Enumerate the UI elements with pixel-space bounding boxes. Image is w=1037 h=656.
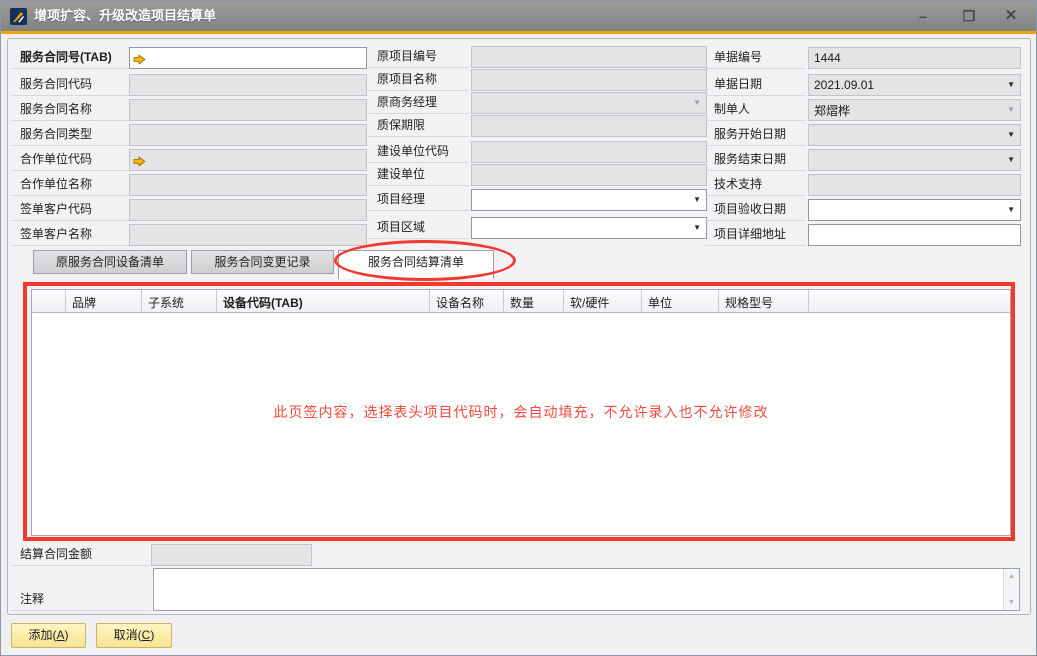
label-construction-unit: 建设单位 (368, 164, 469, 186)
label-doc-date: 单据日期 (705, 74, 806, 96)
app-logo-icon (10, 8, 27, 25)
doc-date-select[interactable]: ▼ (808, 74, 1021, 96)
link-arrow-icon[interactable] (133, 52, 146, 70)
original-project-name-field (471, 69, 707, 91)
label-service-start-date: 服务开始日期 (705, 124, 806, 146)
project-manager-select[interactable]: ▼ (471, 189, 707, 211)
label-service-contract-name: 服务合同名称 (11, 99, 129, 121)
doc-no-field (808, 47, 1021, 69)
signing-customer-name-field (129, 224, 367, 246)
service-contract-no-field[interactable] (129, 47, 367, 69)
signing-customer-code-field (129, 199, 367, 221)
creator-select: ▼ (808, 99, 1021, 121)
col-subsystem[interactable]: 子系统 (142, 290, 217, 312)
label-tech-support: 技术支持 (705, 174, 806, 196)
col-unit[interactable]: 单位 (642, 290, 719, 312)
label-warranty-period: 质保期限 (368, 115, 469, 137)
link-arrow-icon[interactable] (133, 154, 146, 172)
label-partner-name: 合作单位名称 (11, 174, 129, 196)
label-project-manager: 项目经理 (368, 189, 469, 211)
tab-note-text: 此页签内容，选择表头项目代码时，会自动填充，不允许录入也不允许修改 (32, 402, 1010, 422)
add-button-label: 添加( (28, 628, 56, 642)
close-button[interactable]: ✕ (994, 1, 1028, 31)
label-project-acceptance-date: 项目验收日期 (705, 199, 806, 221)
title-bar: 增项扩容、升级改造项目结算单 – ❐ ✕ (1, 1, 1036, 31)
label-signing-customer-code: 签单客户代码 (11, 199, 129, 221)
col-equipment-code[interactable]: 设备代码(TAB) (217, 290, 430, 312)
project-address-field[interactable] (808, 224, 1021, 246)
settlement-amount-field (151, 544, 312, 566)
app-window: 增项扩容、升级改造项目结算单 – ❐ ✕ 服务合同号(TAB) 服务合同代码 服… (0, 0, 1037, 656)
accent-line (1, 31, 1036, 34)
tab-contract-settlement-list[interactable]: 服务合同结算清单 (338, 250, 494, 279)
service-start-date-select[interactable]: ▼ (808, 124, 1021, 146)
service-contract-name-field (129, 99, 367, 121)
col-row-selector (32, 290, 66, 312)
table-header-row: 品牌 子系统 设备代码(TAB) 设备名称 数量 软/硬件 单位 规格型号 (32, 290, 1010, 313)
service-contract-code-field (129, 74, 367, 96)
original-project-no-field (471, 46, 707, 68)
window-title: 增项扩容、升级改造项目结算单 (34, 1, 216, 31)
scrollbar[interactable]: ▲ ▼ (1003, 569, 1019, 610)
scroll-down-icon[interactable]: ▼ (1004, 599, 1019, 606)
service-end-date-select[interactable]: ▼ (808, 149, 1021, 171)
col-soft-hardware[interactable]: 软/硬件 (564, 290, 642, 312)
label-doc-no: 单据编号 (705, 47, 806, 69)
settlement-table[interactable]: 品牌 子系统 设备代码(TAB) 设备名称 数量 软/硬件 单位 规格型号 此页… (31, 289, 1011, 536)
scroll-up-icon[interactable]: ▲ (1004, 573, 1019, 580)
label-construction-unit-code: 建设单位代码 (368, 141, 469, 163)
label-original-project-name: 原项目名称 (368, 69, 469, 91)
project-acceptance-date-select[interactable]: ▼ (808, 199, 1021, 221)
add-button[interactable]: 添加(A) (11, 623, 86, 648)
minimize-button[interactable]: – (906, 1, 940, 31)
label-service-contract-code: 服务合同代码 (11, 74, 129, 96)
tab-contract-change-log[interactable]: 服务合同变更记录 (191, 250, 334, 274)
label-signing-customer-name: 签单客户名称 (11, 224, 129, 246)
col-brand[interactable]: 品牌 (66, 290, 142, 312)
add-button-mnemonic: A (56, 628, 64, 642)
col-equipment-name[interactable]: 设备名称 (430, 290, 504, 312)
label-creator: 制单人 (705, 99, 806, 121)
label-service-contract-no: 服务合同号(TAB) (11, 47, 129, 69)
label-original-project-no: 原项目编号 (368, 46, 469, 68)
col-spec-model[interactable]: 规格型号 (719, 290, 809, 312)
maximize-button[interactable]: ❐ (952, 1, 986, 31)
cancel-button[interactable]: 取消(C) (96, 623, 172, 648)
remarks-textarea[interactable]: ▲ ▼ (153, 568, 1020, 611)
label-project-address: 项目详细地址 (705, 224, 806, 246)
construction-unit-code-field (471, 141, 707, 163)
partner-name-field (129, 174, 367, 196)
col-filler (809, 290, 1010, 312)
label-service-contract-type: 服务合同类型 (11, 124, 129, 146)
col-quantity[interactable]: 数量 (504, 290, 564, 312)
tab-original-equipment-list[interactable]: 原服务合同设备清单 (33, 250, 187, 274)
project-region-select[interactable]: ▼ (471, 217, 707, 239)
partner-code-field[interactable] (129, 149, 367, 171)
warranty-period-field (471, 115, 707, 137)
label-settlement-amount: 结算合同金额 (11, 544, 149, 566)
label-original-business-manager: 原商务经理 (368, 92, 469, 114)
label-project-region: 项目区域 (368, 217, 469, 239)
tech-support-field (808, 174, 1021, 196)
label-service-end-date: 服务结束日期 (705, 149, 806, 171)
construction-unit-field (471, 164, 707, 186)
cancel-button-label: 取消( (114, 628, 142, 642)
service-contract-type-field (129, 124, 367, 146)
label-partner-code: 合作单位代码 (11, 149, 129, 171)
original-business-manager-select: ▼ (471, 92, 707, 114)
label-remarks: 注释 (11, 589, 151, 611)
